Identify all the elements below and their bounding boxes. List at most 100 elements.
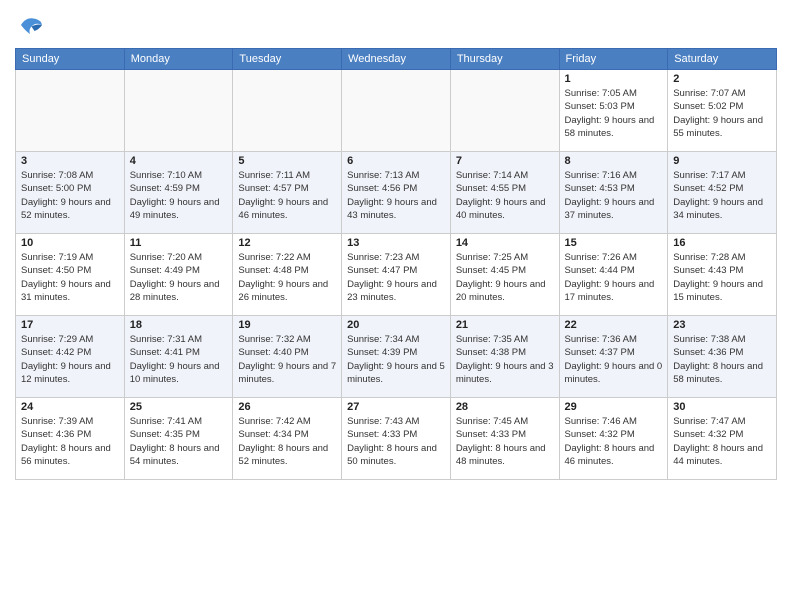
day-info: Sunrise: 7:38 AM Sunset: 4:36 PM Dayligh…	[673, 333, 771, 386]
day-info: Sunrise: 7:23 AM Sunset: 4:47 PM Dayligh…	[347, 251, 445, 304]
calendar-cell: 3Sunrise: 7:08 AM Sunset: 5:00 PM Daylig…	[16, 152, 125, 234]
day-number: 26	[238, 401, 336, 413]
calendar-cell: 10 Sunrise: 7:19 AM Sunset: 4:50 PM Dayli…	[16, 234, 125, 316]
calendar-week-2: 3Sunrise: 7:08 AM Sunset: 5:00 PM Daylig…	[16, 152, 777, 234]
day-number: 20	[347, 319, 445, 331]
day-number: 5	[238, 155, 336, 167]
day-info: Sunrise: 7:46 AM Sunset: 4:32 PM Dayligh…	[565, 415, 663, 468]
day-info: Sunrise: 7:41 AM Sunset: 4:35 PM Dayligh…	[130, 415, 228, 468]
day-number: 28	[456, 401, 554, 413]
calendar-cell: 16 Sunrise: 7:28 AM Sunset: 4:43 PM Dayli…	[668, 234, 777, 316]
day-number: 3	[21, 155, 119, 167]
calendar-cell: 17Sunrise: 7:29 AM Sunset: 4:42 PM Dayli…	[16, 316, 125, 398]
day-info: Sunrise: 7:32 AM Sunset: 4:40 PM Dayligh…	[238, 333, 336, 386]
day-info: Sunrise: 7:22 AM Sunset: 4:48 PM Dayligh…	[238, 251, 336, 304]
calendar-cell: 5 Sunrise: 7:11 AM Sunset: 4:57 PM Daylig…	[233, 152, 342, 234]
calendar-week-4: 17Sunrise: 7:29 AM Sunset: 4:42 PM Dayli…	[16, 316, 777, 398]
day-info: Sunrise: 7:31 AM Sunset: 4:41 PM Dayligh…	[130, 333, 228, 386]
day-info: Sunrise: 7:39 AM Sunset: 4:36 PM Dayligh…	[21, 415, 119, 468]
calendar-cell: 29 Sunrise: 7:46 AM Sunset: 4:32 PM Dayli…	[559, 398, 668, 480]
day-info: Sunrise: 7:28 AM Sunset: 4:43 PM Dayligh…	[673, 251, 771, 304]
calendar-week-1: 1 Sunrise: 7:05 AM Sunset: 5:03 PM Daylig…	[16, 70, 777, 152]
day-number: 16	[673, 237, 771, 249]
calendar-week-3: 10 Sunrise: 7:19 AM Sunset: 4:50 PM Dayli…	[16, 234, 777, 316]
day-header-monday: Monday	[124, 49, 233, 70]
day-info: Sunrise: 7:43 AM Sunset: 4:33 PM Dayligh…	[347, 415, 445, 468]
calendar-header-row: SundayMondayTuesdayWednesdayThursdayFrid…	[16, 49, 777, 70]
day-info: Sunrise: 7:26 AM Sunset: 4:44 PM Dayligh…	[565, 251, 663, 304]
day-number: 25	[130, 401, 228, 413]
day-number: 8	[565, 155, 663, 167]
day-number: 29	[565, 401, 663, 413]
calendar-cell: 12 Sunrise: 7:22 AM Sunset: 4:48 PM Dayli…	[233, 234, 342, 316]
day-number: 14	[456, 237, 554, 249]
calendar-cell: 13 Sunrise: 7:23 AM Sunset: 4:47 PM Dayli…	[342, 234, 451, 316]
calendar: SundayMondayTuesdayWednesdayThursdayFrid…	[15, 48, 777, 480]
day-info: Sunrise: 7:19 AM Sunset: 4:50 PM Dayligh…	[21, 251, 119, 304]
day-number: 22	[565, 319, 663, 331]
day-number: 17	[21, 319, 119, 331]
calendar-cell: 4Sunrise: 7:10 AM Sunset: 4:59 PM Daylig…	[124, 152, 233, 234]
day-number: 6	[347, 155, 445, 167]
day-number: 24	[21, 401, 119, 413]
day-header-saturday: Saturday	[668, 49, 777, 70]
calendar-cell	[342, 70, 451, 152]
day-number: 18	[130, 319, 228, 331]
calendar-cell	[233, 70, 342, 152]
day-info: Sunrise: 7:14 AM Sunset: 4:55 PM Dayligh…	[456, 169, 554, 222]
day-number: 9	[673, 155, 771, 167]
logo-icon	[15, 10, 45, 40]
calendar-cell: 28 Sunrise: 7:45 AM Sunset: 4:33 PM Dayli…	[450, 398, 559, 480]
calendar-cell: 9Sunrise: 7:17 AM Sunset: 4:52 PM Daylig…	[668, 152, 777, 234]
day-header-tuesday: Tuesday	[233, 49, 342, 70]
calendar-cell: 7 Sunrise: 7:14 AM Sunset: 4:55 PM Daylig…	[450, 152, 559, 234]
calendar-cell	[450, 70, 559, 152]
day-info: Sunrise: 7:45 AM Sunset: 4:33 PM Dayligh…	[456, 415, 554, 468]
calendar-cell: 11Sunrise: 7:20 AM Sunset: 4:49 PM Dayli…	[124, 234, 233, 316]
day-number: 21	[456, 319, 554, 331]
calendar-cell: 18 Sunrise: 7:31 AM Sunset: 4:41 PM Dayli…	[124, 316, 233, 398]
calendar-cell: 1 Sunrise: 7:05 AM Sunset: 5:03 PM Daylig…	[559, 70, 668, 152]
day-info: Sunrise: 7:16 AM Sunset: 4:53 PM Dayligh…	[565, 169, 663, 222]
calendar-week-5: 24 Sunrise: 7:39 AM Sunset: 4:36 PM Dayli…	[16, 398, 777, 480]
day-number: 10	[21, 237, 119, 249]
day-info: Sunrise: 7:13 AM Sunset: 4:56 PM Dayligh…	[347, 169, 445, 222]
day-number: 12	[238, 237, 336, 249]
day-info: Sunrise: 7:05 AM Sunset: 5:03 PM Dayligh…	[565, 87, 663, 140]
day-header-sunday: Sunday	[16, 49, 125, 70]
calendar-cell: 14 Sunrise: 7:25 AM Sunset: 4:45 PM Dayli…	[450, 234, 559, 316]
calendar-cell: 22 Sunrise: 7:36 AM Sunset: 4:37 PM Dayli…	[559, 316, 668, 398]
day-info: Sunrise: 7:07 AM Sunset: 5:02 PM Dayligh…	[673, 87, 771, 140]
calendar-cell: 30Sunrise: 7:47 AM Sunset: 4:32 PM Dayli…	[668, 398, 777, 480]
day-info: Sunrise: 7:25 AM Sunset: 4:45 PM Dayligh…	[456, 251, 554, 304]
calendar-cell	[124, 70, 233, 152]
day-number: 7	[456, 155, 554, 167]
logo	[15, 10, 49, 40]
day-number: 27	[347, 401, 445, 413]
day-header-thursday: Thursday	[450, 49, 559, 70]
calendar-body: 1 Sunrise: 7:05 AM Sunset: 5:03 PM Daylig…	[16, 70, 777, 480]
day-info: Sunrise: 7:10 AM Sunset: 4:59 PM Dayligh…	[130, 169, 228, 222]
day-number: 11	[130, 237, 228, 249]
calendar-cell: 27 Sunrise: 7:43 AM Sunset: 4:33 PM Dayli…	[342, 398, 451, 480]
calendar-cell: 25 Sunrise: 7:41 AM Sunset: 4:35 PM Dayli…	[124, 398, 233, 480]
calendar-cell: 23Sunrise: 7:38 AM Sunset: 4:36 PM Dayli…	[668, 316, 777, 398]
day-header-wednesday: Wednesday	[342, 49, 451, 70]
day-info: Sunrise: 7:11 AM Sunset: 4:57 PM Dayligh…	[238, 169, 336, 222]
day-number: 15	[565, 237, 663, 249]
day-info: Sunrise: 7:34 AM Sunset: 4:39 PM Dayligh…	[347, 333, 445, 386]
day-number: 2	[673, 73, 771, 85]
day-info: Sunrise: 7:36 AM Sunset: 4:37 PM Dayligh…	[565, 333, 663, 386]
calendar-cell: 2 Sunrise: 7:07 AM Sunset: 5:02 PM Daylig…	[668, 70, 777, 152]
calendar-cell: 21Sunrise: 7:35 AM Sunset: 4:38 PM Dayli…	[450, 316, 559, 398]
calendar-cell: 8 Sunrise: 7:16 AM Sunset: 4:53 PM Daylig…	[559, 152, 668, 234]
day-number: 1	[565, 73, 663, 85]
calendar-cell: 24 Sunrise: 7:39 AM Sunset: 4:36 PM Dayli…	[16, 398, 125, 480]
day-info: Sunrise: 7:42 AM Sunset: 4:34 PM Dayligh…	[238, 415, 336, 468]
day-header-friday: Friday	[559, 49, 668, 70]
day-number: 13	[347, 237, 445, 249]
calendar-cell: 26 Sunrise: 7:42 AM Sunset: 4:34 PM Dayli…	[233, 398, 342, 480]
calendar-cell: 15 Sunrise: 7:26 AM Sunset: 4:44 PM Dayli…	[559, 234, 668, 316]
calendar-cell: 6 Sunrise: 7:13 AM Sunset: 4:56 PM Daylig…	[342, 152, 451, 234]
day-info: Sunrise: 7:47 AM Sunset: 4:32 PM Dayligh…	[673, 415, 771, 468]
